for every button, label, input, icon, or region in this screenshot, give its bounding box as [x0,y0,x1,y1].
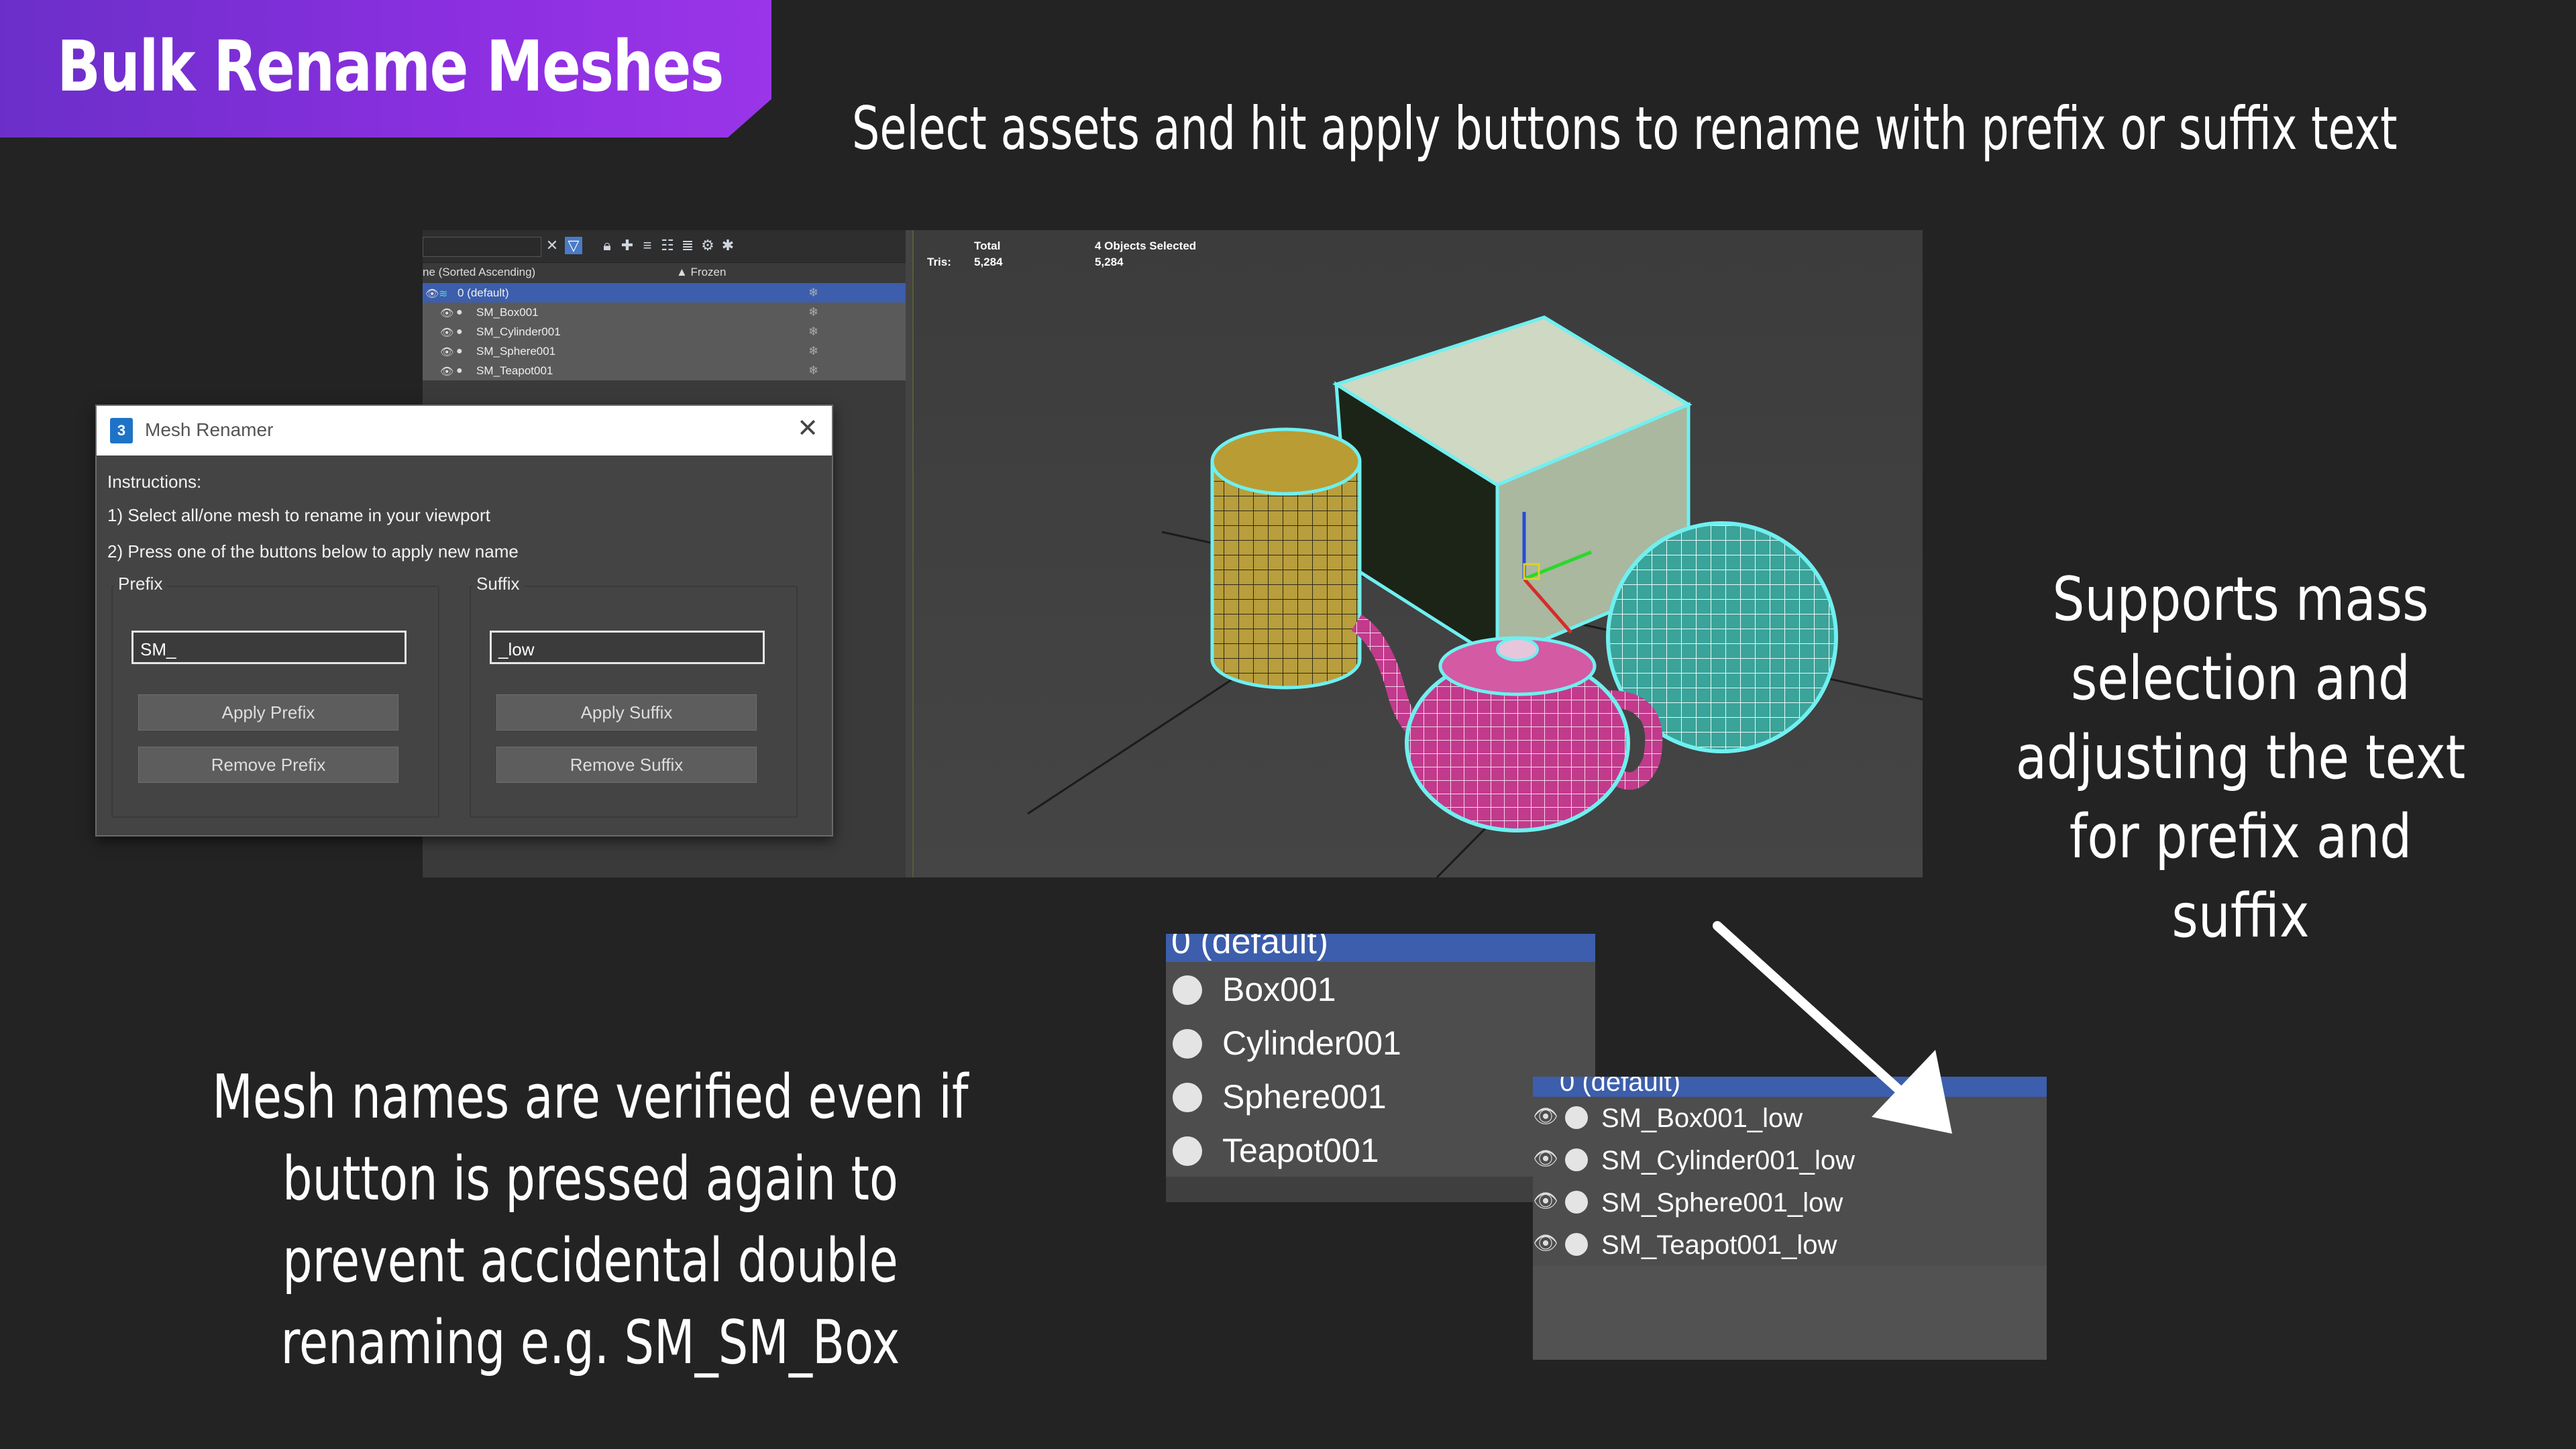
freeze-icon[interactable]: ❄ [808,286,818,300]
layers-icon[interactable]: ≡ [639,237,656,254]
page-title: Bulk Rename Meshes [57,25,724,107]
remove-suffix-button[interactable]: Remove Suffix [496,747,757,783]
prefix-group-label: Prefix [114,574,167,594]
freeze-icon[interactable]: ❄ [808,325,818,339]
hierarchy-icon[interactable]: ☷ [659,237,676,254]
eye-icon[interactable]: 👁︎ [1533,1189,1558,1213]
object-dot-icon: ● [456,345,463,357]
object-name: Box001 [1222,971,1336,1008]
add-layer-icon[interactable]: ✚ [619,237,636,254]
object-name: SM_Teapot001 [476,364,553,377]
object-dot-icon [1565,1191,1588,1214]
freeze-icon[interactable]: ❄ [808,344,818,358]
freeze-icon[interactable]: ❄ [808,364,818,378]
stack-icon[interactable]: ≣ [679,237,696,254]
layer-row[interactable]: 👁︎ ≋ 0 (default) ❄ [423,283,906,303]
column-name[interactable]: ne (Sorted Ascending) [423,266,535,279]
prefix-input[interactable]: SM_ [131,631,407,664]
object-dot-icon [1173,1136,1202,1166]
cylinder-mesh[interactable] [1210,427,1362,690]
clear-icon[interactable]: ✕ [543,237,561,254]
column-header: ne (Sorted Ascending) ▲ Frozen [423,264,906,281]
list-item[interactable]: Cylinder001 [1166,1016,1595,1068]
list-item[interactable]: Teapot001 [1166,1123,1595,1175]
object-name: Cylinder001 [1222,1024,1401,1062]
object-name: SM_Sphere001_low [1601,1188,1843,1218]
apply-prefix-button[interactable]: Apply Prefix [138,694,398,731]
object-name: SM_Sphere001 [476,345,556,358]
eye-icon[interactable]: 👁︎ [440,326,453,339]
eye-icon[interactable]: 👁︎ [440,345,453,359]
app-icon: 3 [110,418,133,443]
scene-objects [1027,315,1923,877]
object-name: Teapot001 [1222,1132,1379,1169]
list-item[interactable]: 👁︎ ● SM_Sphere001 ❄ [423,341,906,361]
object-dot-icon [1565,1106,1588,1129]
list-item[interactable]: 👁︎ SM_Teapot001_low [1533,1224,2047,1266]
suffix-group-label: Suffix [472,574,524,594]
caption-top: Select assets and hit apply buttons to r… [852,94,2398,163]
eye-icon[interactable]: 👁︎ [1533,1147,1558,1171]
lock-icon[interactable]: 🔒︎ [598,237,616,254]
mesh-renamer-dialog: 3 Mesh Renamer ✕ Instructions: 1) Select… [95,405,833,837]
close-button[interactable]: ✕ [794,414,821,443]
suffix-input[interactable]: _low [490,631,765,664]
divider [1166,1177,1595,1202]
freeze-icon[interactable]: ❄ [808,305,818,319]
layer-name: 0 (default) [1560,1077,1681,1097]
object-dot-icon: ● [456,365,463,376]
perspective-viewport[interactable]: Total 4 Objects Selected Tris: 5,284 5,2… [912,230,1923,877]
list-item[interactable]: Sphere001 [1166,1069,1595,1122]
list-item[interactable]: 👁︎ SM_Sphere001_low [1533,1181,2047,1224]
instruction-step-1: 1) Select all/one mesh to rename in your… [107,505,490,525]
instruction-step-2: 2) Press one of the buttons below to app… [107,541,519,561]
eye-icon[interactable]: 👁︎ [440,365,453,378]
eye-icon[interactable]: 👁︎ [425,287,439,301]
object-dot-icon: ● [456,307,463,318]
filter-icon[interactable]: ▽ [565,237,582,254]
object-dot-icon: ● [456,326,463,337]
list-item[interactable]: 👁︎ ● SM_Cylinder001 ❄ [423,322,906,341]
object-name: SM_Teapot001_low [1601,1230,1837,1260]
object-name: SM_Cylinder001 [476,325,561,338]
layer-row[interactable]: 0 (default) [1166,934,1595,962]
apply-suffix-button[interactable]: Apply Suffix [496,694,757,731]
dialog-titlebar[interactable]: 3 Mesh Renamer ✕ [97,406,832,455]
list-item[interactable]: 👁︎ ● SM_Teapot001 ❄ [423,361,906,380]
scene-explorer-toolbar: ✕ ▽ 🔒︎ ✚ ≡ ☷ ≣ ⚙ ✱ [423,230,906,263]
object-dot-icon [1173,1029,1202,1059]
list-item[interactable]: 👁︎ ● SM_Box001 ❄ [423,303,906,322]
arrow-icon [1713,921,1952,1134]
settings-icon[interactable]: ⚙ [699,237,716,254]
layer-name: 0 (default) [458,286,509,299]
dialog-title: Mesh Renamer [145,419,274,440]
object-dot-icon [1565,1233,1588,1256]
instructions-heading: Instructions: [107,472,202,492]
column-frozen[interactable]: ▲ Frozen [676,266,726,279]
caption-bottom: Mesh names are verified even if button i… [212,1062,969,1378]
object-dot-icon [1565,1148,1588,1171]
object-name: SM_Box001 [476,306,539,319]
outliner-before: 0 (default) Box001 Cylinder001 Sphere001… [1166,934,1595,1202]
list-item[interactable]: Box001 [1166,962,1595,1014]
remove-prefix-button[interactable]: Remove Prefix [138,747,398,783]
object-name: Sphere001 [1222,1078,1387,1116]
layer-name: 0 (default) [1171,934,1329,961]
eye-icon[interactable]: 👁︎ [1533,1105,1558,1128]
caption-right: Supports mass selection and adjusting th… [2015,564,2466,951]
object-dot-icon [1173,975,1202,1005]
search-input[interactable] [423,237,541,257]
layer-icon: ≋ [439,288,448,300]
empty-area [1533,1266,2047,1360]
eye-icon[interactable]: 👁︎ [1533,1232,1558,1255]
eye-icon[interactable]: 👁︎ [440,307,453,320]
object-icon[interactable]: ✱ [719,237,737,254]
object-dot-icon [1173,1083,1202,1112]
